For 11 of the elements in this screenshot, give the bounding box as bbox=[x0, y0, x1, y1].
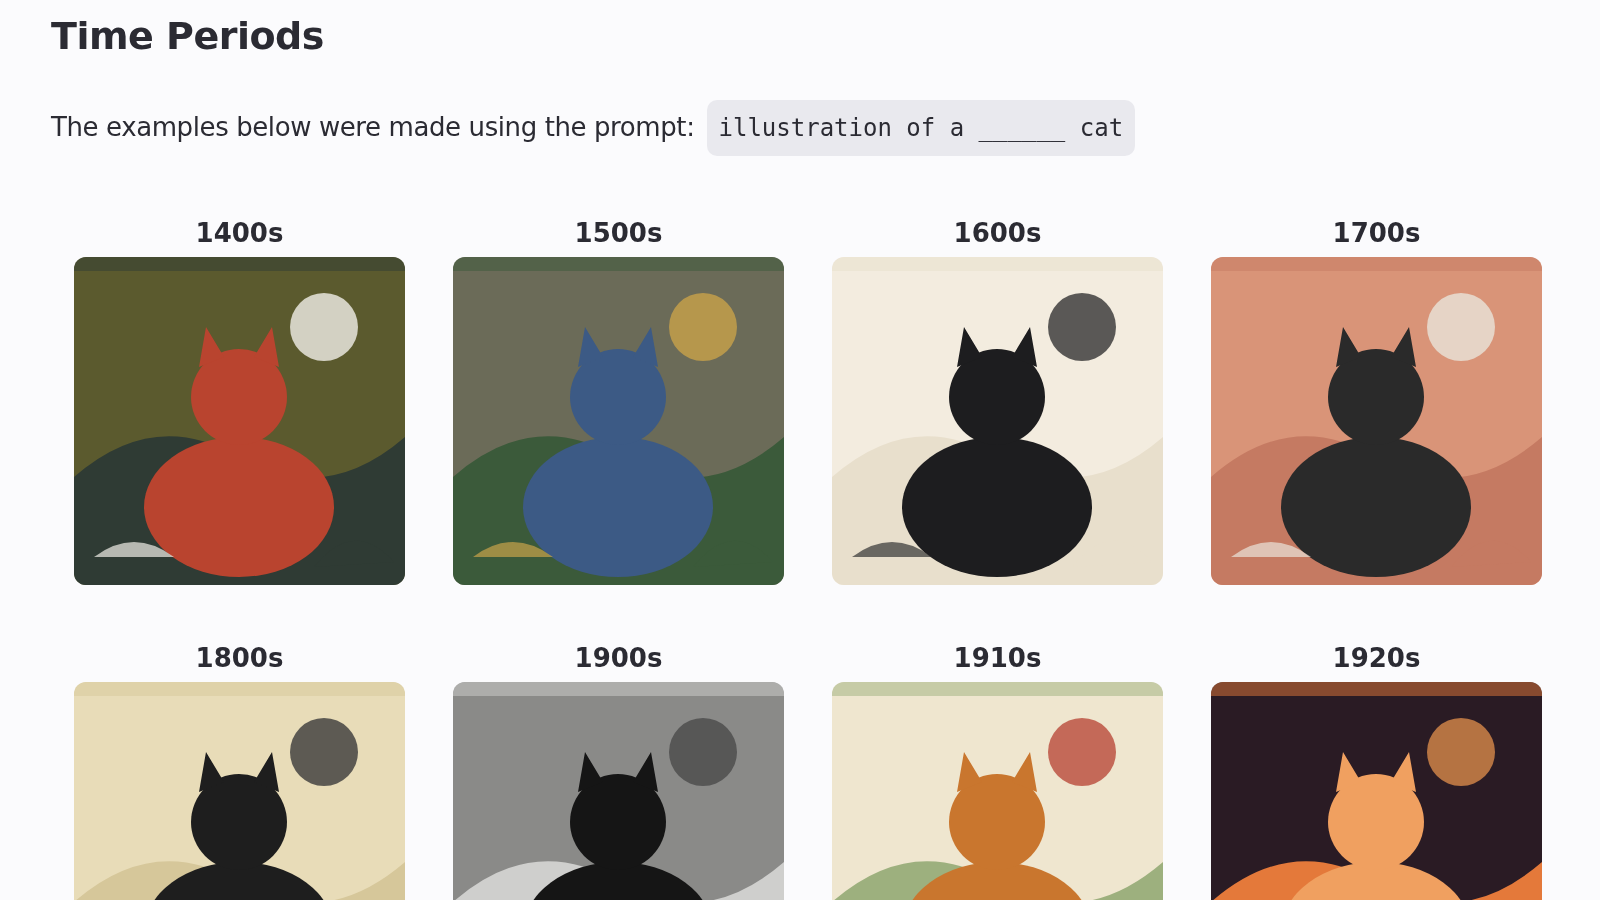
period-label: 1920s bbox=[1331, 642, 1422, 674]
prompt-code: illustration of a ______ cat bbox=[706, 99, 1136, 156]
period-label: 1700s bbox=[1331, 217, 1422, 249]
period-label: 1600s bbox=[952, 217, 1043, 249]
period-label: 1800s bbox=[194, 642, 285, 674]
page-title: Time Periods bbox=[51, 14, 325, 60]
period-label: 1900s bbox=[573, 642, 664, 674]
intro-text: The examples below were made using the prompt: bbox=[51, 111, 695, 145]
period-label: 1500s bbox=[573, 217, 664, 249]
period-label: 1400s bbox=[194, 217, 285, 249]
period-label: 1910s bbox=[952, 642, 1043, 674]
